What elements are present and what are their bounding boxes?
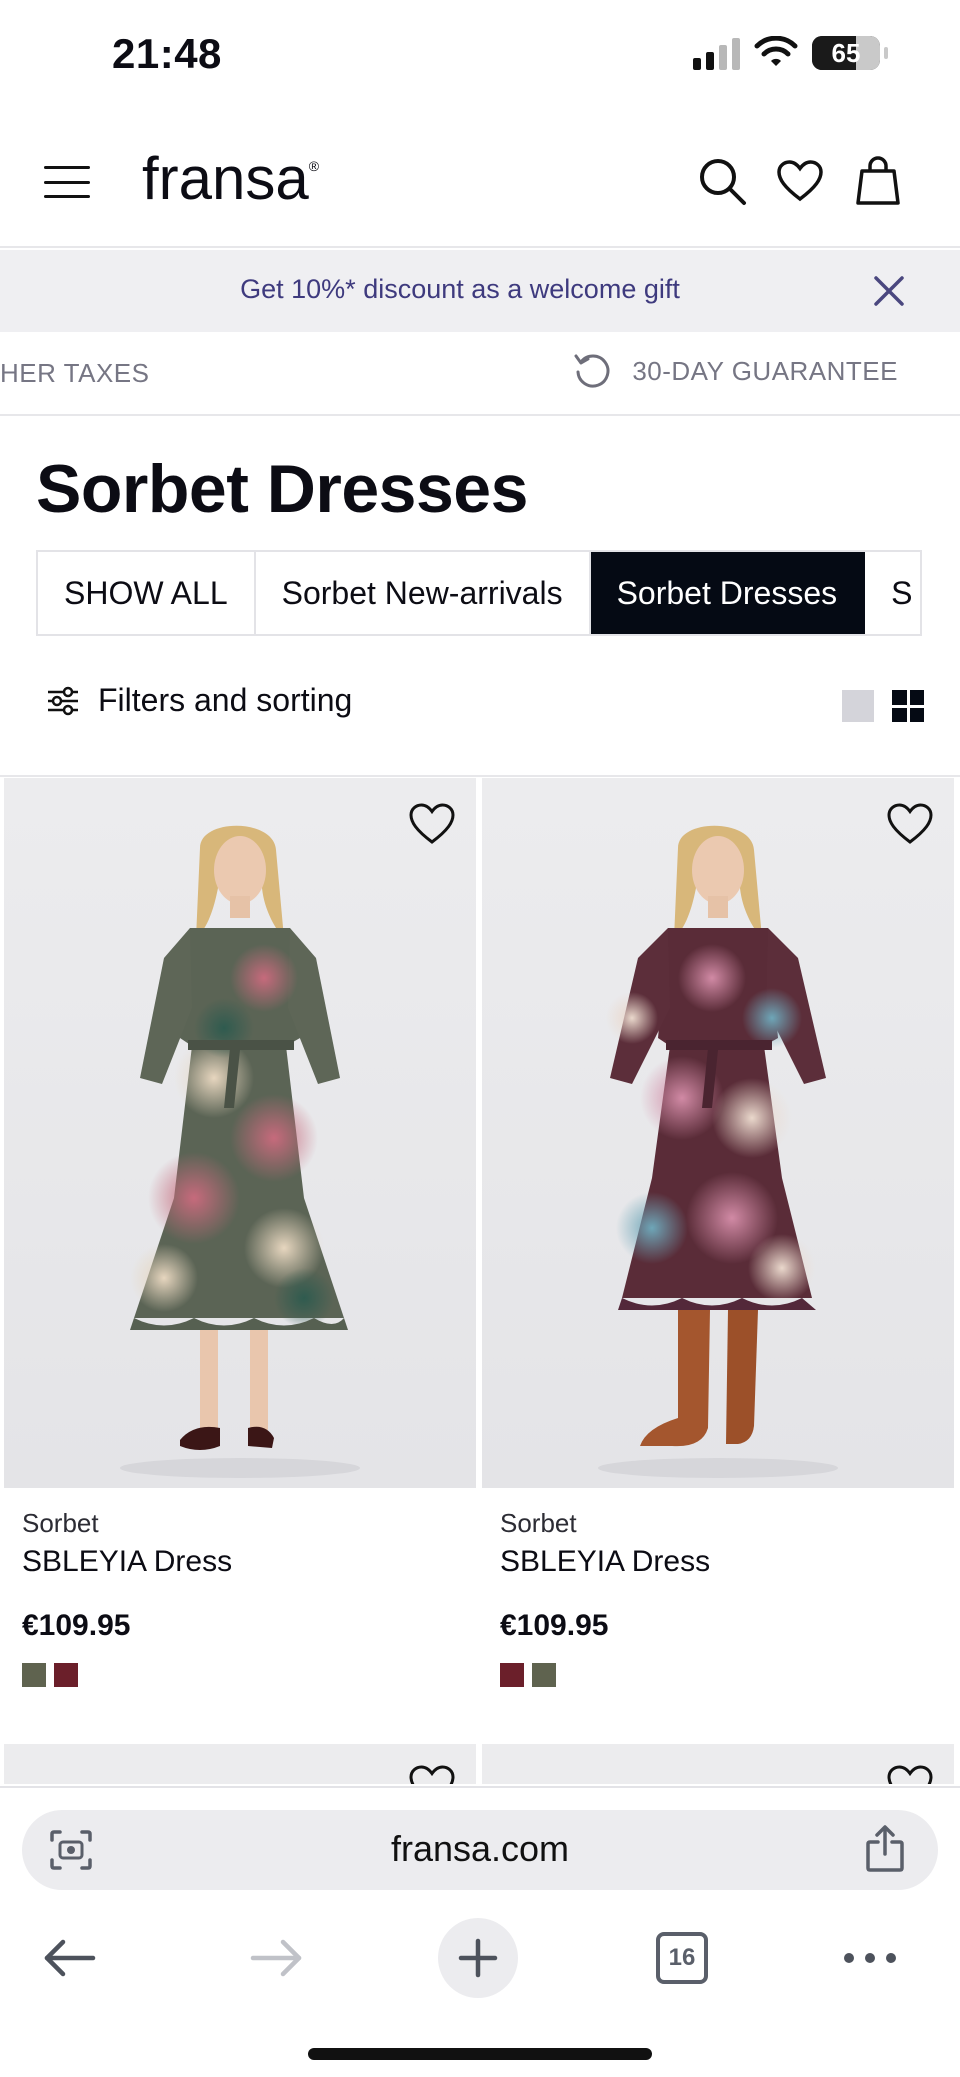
wishlist-heart-icon[interactable] bbox=[886, 1764, 934, 1784]
category-tabs: SHOW ALL Sorbet New-arrivals Sorbet Dres… bbox=[36, 550, 922, 636]
address-bar[interactable]: fransa.com bbox=[22, 1810, 938, 1890]
product-card-partial[interactable] bbox=[4, 1744, 476, 1784]
refresh-icon bbox=[574, 354, 610, 388]
model-photo bbox=[120, 825, 360, 1478]
tab-show-all[interactable]: SHOW ALL bbox=[38, 552, 256, 634]
product-brand: Sorbet bbox=[22, 1508, 99, 1538]
url-text[interactable]: fransa.com bbox=[22, 1828, 938, 1870]
filters-label: Filters and sorting bbox=[98, 682, 353, 718]
shopping-bag-icon[interactable] bbox=[852, 154, 904, 208]
product-price: €109.95 bbox=[22, 1609, 131, 1642]
color-swatch[interactable] bbox=[54, 1663, 78, 1687]
battery-cap bbox=[884, 47, 888, 59]
status-time: 21:48 bbox=[112, 30, 222, 77]
view-toggle bbox=[842, 690, 924, 722]
logo-text: fransa bbox=[142, 145, 309, 212]
grid-view-icon[interactable] bbox=[892, 690, 924, 722]
signal-icon bbox=[693, 36, 740, 70]
tabs-overview-button[interactable]: 16 bbox=[642, 1918, 722, 1998]
color-swatch[interactable] bbox=[532, 1663, 556, 1687]
promo-banner: Get 10%* discount as a welcome gift bbox=[0, 250, 960, 332]
forward-icon[interactable] bbox=[236, 1918, 316, 1998]
site-logo[interactable]: fransa® bbox=[142, 144, 319, 213]
status-bar: 21:48 65 bbox=[0, 0, 960, 110]
more-icon[interactable] bbox=[830, 1918, 910, 1998]
close-icon[interactable] bbox=[872, 274, 906, 308]
menu-icon[interactable] bbox=[44, 166, 90, 198]
product-image[interactable] bbox=[4, 778, 476, 1488]
product-image[interactable] bbox=[482, 778, 954, 1488]
color-swatches bbox=[22, 1663, 458, 1687]
tab-next[interactable]: S bbox=[865, 552, 920, 634]
product-price: €109.95 bbox=[500, 1609, 609, 1642]
browser-toolbar: fransa.com 16 bbox=[0, 1786, 960, 2077]
color-swatches bbox=[500, 1663, 936, 1687]
single-column-view-icon[interactable] bbox=[842, 690, 874, 722]
usp-guarantee: 30-DAY GUARANTEE bbox=[572, 350, 898, 392]
header-actions bbox=[696, 154, 904, 208]
usp-taxes: HER TAXES bbox=[0, 358, 150, 388]
product-brand: Sorbet bbox=[500, 1508, 577, 1538]
model-photo bbox=[598, 825, 838, 1478]
browser-nav: 16 bbox=[0, 1908, 960, 2008]
page-title: Sorbet Dresses bbox=[36, 451, 528, 527]
tab-new-arrivals[interactable]: Sorbet New-arrivals bbox=[256, 552, 591, 634]
logo-trademark: ® bbox=[308, 158, 320, 174]
divider bbox=[0, 775, 960, 777]
promo-text[interactable]: Get 10%* discount as a welcome gift bbox=[0, 274, 960, 305]
product-meta: Sorbet SBLEYIA Dress €109.95 bbox=[4, 1488, 476, 1687]
wishlist-heart-icon[interactable] bbox=[886, 802, 934, 846]
wishlist-heart-icon[interactable] bbox=[774, 154, 826, 208]
usp-guarantee-text: 30-DAY GUARANTEE bbox=[632, 355, 898, 386]
product-card-partial[interactable] bbox=[482, 1744, 954, 1784]
product-card[interactable]: Sorbet SBLEYIA Dress €109.95 bbox=[482, 778, 954, 1687]
share-icon[interactable] bbox=[864, 1824, 906, 1874]
tab-dresses[interactable]: Sorbet Dresses bbox=[590, 552, 866, 634]
battery-icon: 65 bbox=[812, 36, 880, 70]
battery-level: 65 bbox=[831, 37, 861, 68]
usp-strip: HER TAXES 30-DAY GUARANTEE bbox=[0, 334, 960, 416]
site-header: fransa® bbox=[0, 118, 960, 248]
product-card[interactable]: Sorbet SBLEYIA Dress €109.95 bbox=[4, 778, 476, 1687]
back-icon[interactable] bbox=[30, 1918, 110, 1998]
home-indicator bbox=[308, 2048, 652, 2060]
color-swatch[interactable] bbox=[500, 1663, 524, 1687]
product-meta: Sorbet SBLEYIA Dress €109.95 bbox=[482, 1488, 954, 1687]
filters-button[interactable]: Filters and sorting bbox=[46, 682, 352, 719]
product-name[interactable]: SBLEYIA Dress bbox=[500, 1545, 936, 1579]
tab-count: 16 bbox=[656, 1932, 708, 1984]
color-swatch[interactable] bbox=[22, 1663, 46, 1687]
product-name[interactable]: SBLEYIA Dress bbox=[22, 1545, 458, 1579]
new-tab-icon[interactable] bbox=[438, 1918, 518, 1998]
wishlist-heart-icon[interactable] bbox=[408, 802, 456, 846]
wishlist-heart-icon[interactable] bbox=[408, 1764, 456, 1784]
wifi-icon bbox=[754, 36, 798, 66]
status-icons: 65 bbox=[693, 36, 888, 70]
sliders-icon bbox=[48, 686, 78, 715]
search-icon[interactable] bbox=[696, 154, 748, 208]
